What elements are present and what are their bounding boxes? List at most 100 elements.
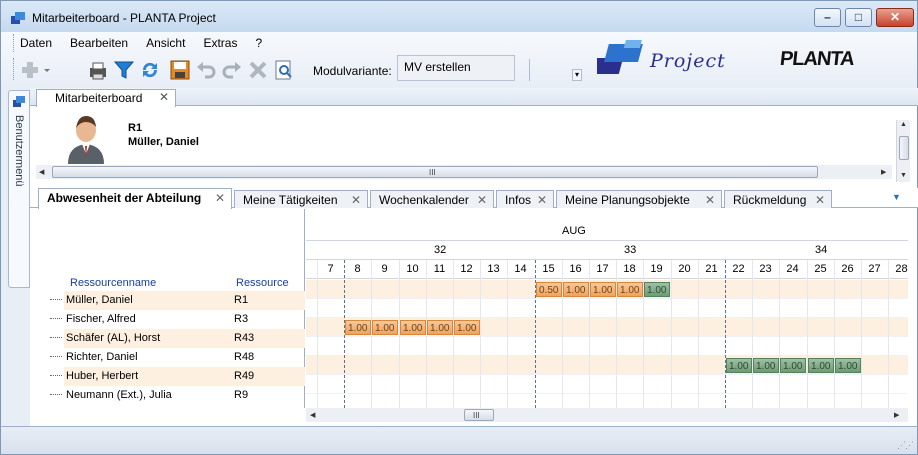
status-bar: ⋰⋰ xyxy=(0,426,918,455)
print-icon[interactable] xyxy=(87,59,109,81)
absence-bar[interactable]: 1.00 xyxy=(345,320,371,335)
refresh-icon[interactable] xyxy=(139,59,161,81)
absence-bar[interactable]: 1.00 xyxy=(644,282,670,297)
add-icon[interactable] xyxy=(19,59,41,81)
scroll-down-icon[interactable]: ▼ xyxy=(900,172,907,179)
absence-bar[interactable]: 1.00 xyxy=(400,320,426,335)
scroll-up-icon[interactable]: ▲ xyxy=(900,121,907,128)
grid-line xyxy=(317,260,318,408)
absence-bar[interactable]: 1.00 xyxy=(835,358,861,373)
tab-abwesenheit[interactable]: Abwesenheit der Abteilung ✕ xyxy=(38,188,232,209)
tab-list-dropdown-icon[interactable]: ▼ xyxy=(892,192,901,202)
tab-close-icon[interactable]: ✕ xyxy=(351,193,361,207)
absence-bar[interactable]: 0.50 xyxy=(536,282,562,297)
add-dropdown-icon[interactable] xyxy=(41,59,53,81)
tab-meine-planungsobjekte[interactable]: Meine Planungsobjekte ✕ xyxy=(556,190,722,208)
absence-bar[interactable]: 1.00 xyxy=(372,320,398,335)
minimize-icon: – xyxy=(824,10,831,24)
menu-extras[interactable]: Extras xyxy=(194,36,246,54)
absence-bar[interactable]: 1.00 xyxy=(427,320,453,335)
variant-field[interactable]: MV erstellen xyxy=(397,55,515,81)
row-id: R49 xyxy=(234,370,255,382)
planta-app-icon xyxy=(11,12,25,24)
tab-wochenkalender[interactable]: Wochenkalender ✕ xyxy=(370,190,494,208)
absence-bar[interactable]: 1.00 xyxy=(753,358,779,373)
scroll-right-icon[interactable]: ▶ xyxy=(881,168,886,176)
title-bar: Mitarbeiterboard - PLANTA Project – □ ✕ xyxy=(0,0,918,32)
absence-bar[interactable]: 1.00 xyxy=(454,320,480,335)
header-horizontal-scrollbar[interactable]: ◀ III ▶ xyxy=(36,165,892,179)
filter-icon[interactable] xyxy=(113,59,135,81)
undo-icon[interactable] xyxy=(195,59,217,81)
tab-label: Mitarbeiterboard xyxy=(55,91,143,105)
tab-close-icon[interactable]: ✕ xyxy=(215,191,225,205)
toolbar-grip[interactable] xyxy=(13,58,16,80)
day-label: 8 xyxy=(354,263,361,275)
scroll-left-icon[interactable]: ◀ xyxy=(39,168,44,176)
absence-bar[interactable]: 1.00 xyxy=(726,358,752,373)
day-label: 21 xyxy=(705,263,718,275)
calendar-row[interactable] xyxy=(306,299,908,318)
header-vertical-scrollbar[interactable]: ▲ ▼ xyxy=(896,120,910,182)
tab-close-icon[interactable]: ✕ xyxy=(705,193,715,207)
tab-infos[interactable]: Infos ✕ xyxy=(496,190,554,208)
toolbar-overflow-button[interactable]: ▾ xyxy=(572,69,582,81)
preview-icon[interactable] xyxy=(273,59,295,81)
menu-bearbeiten[interactable]: Bearbeiten xyxy=(61,36,137,54)
menu-ansicht[interactable]: Ansicht xyxy=(137,36,194,54)
grid-line xyxy=(480,260,481,408)
tab-label: Abwesenheit der Abteilung xyxy=(47,191,202,205)
scroll-left-icon[interactable]: ◀ xyxy=(310,411,315,419)
absence-bar[interactable]: 1.00 xyxy=(590,282,616,297)
table-row[interactable]: Richter, Daniel R48 xyxy=(50,348,305,367)
resize-grip-icon[interactable]: ⋰⋰ xyxy=(897,440,914,451)
tab-rueckmeldung[interactable]: Rückmeldung ✕ xyxy=(724,190,832,208)
maximize-button[interactable]: □ xyxy=(845,8,872,27)
grid-line xyxy=(671,260,672,408)
calendar-row[interactable] xyxy=(306,375,908,394)
calendar-hscroll-thumb[interactable]: III xyxy=(464,409,494,421)
calendar-horizontal-scrollbar[interactable]: ◀ III ▶ xyxy=(306,408,908,422)
close-button[interactable]: ✕ xyxy=(876,8,914,27)
header-vscroll-thumb[interactable] xyxy=(899,136,909,160)
day-label: 9 xyxy=(381,263,388,275)
table-row[interactable]: Schäfer (AL), Horst R43 xyxy=(50,329,305,348)
day-label: 10 xyxy=(406,263,419,275)
window-title: Mitarbeiterboard - PLANTA Project xyxy=(32,11,216,25)
table-row[interactable]: Müller, Daniel R1 xyxy=(50,291,305,310)
delete-icon[interactable] xyxy=(247,59,269,81)
tab-close-icon[interactable]: ✕ xyxy=(815,193,825,207)
menu-help[interactable]: ? xyxy=(246,36,271,54)
tab-close-icon[interactable]: ✕ xyxy=(159,90,169,104)
column-header-resource[interactable]: Ressource xyxy=(236,277,289,289)
row-name: Fischer, Alfred xyxy=(66,313,136,325)
table-row[interactable]: Huber, Herbert R49 xyxy=(50,367,305,386)
scroll-right-icon[interactable]: ▶ xyxy=(894,411,899,419)
menu-daten[interactable]: Daten xyxy=(11,36,61,54)
variant-label: Modulvariante: xyxy=(313,64,392,78)
redo-icon[interactable] xyxy=(221,59,243,81)
tab-mitarbeiterboard[interactable]: Mitarbeiterboard ✕ xyxy=(36,89,176,107)
calendar-row[interactable] xyxy=(306,337,908,356)
tab-close-icon[interactable]: ✕ xyxy=(537,193,547,207)
save-icon[interactable] xyxy=(169,59,191,81)
absence-bar[interactable]: 1.00 xyxy=(617,282,643,297)
tab-meine-taetigkeiten[interactable]: Meine Tätigkeiten ✕ xyxy=(234,190,368,208)
row-id: R1 xyxy=(234,294,249,306)
absence-bar[interactable]: 1.00 xyxy=(780,358,806,373)
absence-bar[interactable]: 1.00 xyxy=(808,358,834,373)
maximize-icon: □ xyxy=(854,10,863,24)
tab-close-icon[interactable]: ✕ xyxy=(477,193,487,207)
minimize-button[interactable]: – xyxy=(814,8,841,27)
table-row[interactable]: Fischer, Alfred R3 xyxy=(50,310,305,329)
side-panel: Benutzermenü xyxy=(0,88,30,426)
row-id: R3 xyxy=(234,313,249,325)
planta-logo-text: PLANTA xyxy=(778,48,855,70)
tree-connector xyxy=(50,299,62,300)
column-header-name[interactable]: Ressourcenname xyxy=(70,277,156,289)
toolbar-separator xyxy=(529,59,530,81)
header-hscroll-thumb[interactable]: III xyxy=(52,166,818,178)
side-tab-benutzermenu[interactable]: Benutzermenü xyxy=(8,90,30,288)
absence-bar[interactable]: 1.00 xyxy=(563,282,589,297)
table-row[interactable]: Neumann (Ext.), Julia R9 xyxy=(50,386,305,405)
